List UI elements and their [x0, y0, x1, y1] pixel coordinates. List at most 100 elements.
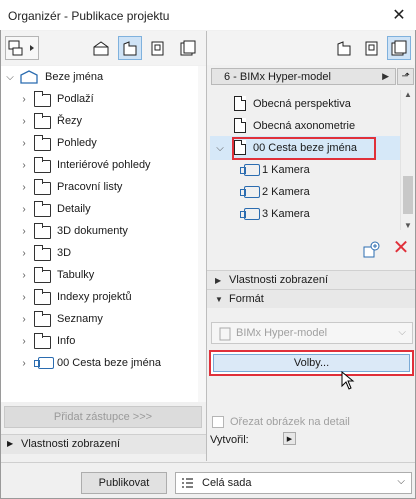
tree-item[interactable]: › Detaily — [1, 198, 206, 220]
folder-icon — [34, 135, 51, 151]
publisher-item[interactable]: Obecná perspektiva — [210, 93, 400, 115]
display-properties-section-header[interactable]: ▶ Vlastnosti zobrazení — [207, 270, 415, 289]
publisher-items-tree: Obecná perspektiva Obecná axonometrie ⌵ 00 … — [210, 90, 400, 230]
tree-item[interactable]: › Řezy — [1, 110, 206, 132]
project-map-icon[interactable] — [89, 36, 113, 60]
chevron-right-icon[interactable]: › — [19, 116, 29, 127]
tree-item[interactable]: › Info — [1, 330, 206, 352]
delete-icon[interactable]: ✕ — [392, 238, 410, 258]
publisher-set-select[interactable]: 6 - BIMx Hyper-model ▶ — [211, 68, 396, 85]
scroll-up-icon[interactable]: ▲ — [404, 90, 412, 99]
publisher-sets-icon[interactable] — [176, 36, 200, 60]
layout-book-icon[interactable] — [147, 36, 171, 60]
publisher-item-label: Obecná axonometrie — [253, 120, 356, 132]
left-display-properties-header[interactable]: ▶ Vlastnosti zobrazení — [1, 434, 206, 454]
tree-item-label: Seznamy — [57, 313, 103, 325]
chevron-right-icon[interactable]: › — [19, 182, 29, 193]
chevron-right-icon[interactable]: › — [19, 358, 29, 369]
display-properties-label: Vlastnosti zobrazení — [229, 274, 329, 286]
folder-icon — [34, 113, 51, 129]
folder-icon — [34, 333, 51, 349]
publish-button[interactable]: Publikovat — [81, 472, 167, 494]
tree-item[interactable]: › Podlaží — [1, 88, 206, 110]
view-map-icon[interactable] — [118, 36, 142, 60]
go-up-button[interactable]: ⬏ — [397, 68, 414, 85]
camera-icon — [240, 208, 260, 220]
camera-icon — [240, 164, 260, 176]
triangle-right-icon: ▶ — [215, 275, 222, 285]
tree-item[interactable]: › Pohledy — [1, 132, 206, 154]
tree-item-label: Info — [57, 335, 76, 347]
tree-item-label: Řezy — [57, 115, 83, 127]
folder-icon — [34, 267, 51, 283]
folder-icon — [34, 91, 51, 107]
scrollbar-thumb[interactable] — [403, 176, 413, 214]
folder-icon — [34, 311, 51, 327]
document-icon — [234, 96, 246, 111]
view-map-small-icon[interactable] — [332, 36, 356, 60]
format-select[interactable]: BIMx Hyper-model ⌵ — [211, 322, 413, 344]
publisher-item[interactable]: 2 Kamera — [210, 181, 400, 203]
format-label: Formát — [229, 293, 264, 305]
close-icon[interactable]: ✕ — [382, 0, 416, 30]
publisher-item[interactable]: Obecná axonometrie — [210, 115, 400, 137]
tree-item[interactable]: › Indexy projektů — [1, 286, 206, 308]
tree-item-label: Indexy projektů — [57, 291, 132, 303]
right-scrollbar[interactable]: ▲ ▼ — [400, 90, 414, 230]
tree-item[interactable]: › 3D — [1, 242, 206, 264]
tree-item-label: Detaily — [57, 203, 91, 215]
folder-icon — [34, 157, 51, 173]
layout-book-small-icon[interactable] — [361, 36, 385, 60]
chevron-right-icon[interactable]: › — [19, 336, 29, 347]
chevron-right-icon[interactable]: › — [19, 314, 29, 325]
new-subset-icon[interactable] — [362, 241, 380, 259]
tree-item[interactable]: › 3D dokumenty — [1, 220, 206, 242]
tree-item-label: Pohledy — [57, 137, 97, 149]
publisher-item[interactable]: 1 Kamera — [210, 159, 400, 181]
publisher-item[interactable]: 3 Kamera — [210, 203, 400, 225]
tree-item[interactable]: › Seznamy — [1, 308, 206, 330]
folder-icon — [34, 245, 51, 261]
tree-root-row[interactable]: ⌵ Beze jména — [1, 66, 206, 88]
view-mode-menu-button[interactable] — [5, 36, 39, 60]
chevron-down-icon[interactable]: ⌵ — [215, 143, 225, 154]
tree-item-label: 3D — [57, 247, 72, 259]
chevron-right-icon[interactable]: › — [19, 94, 29, 105]
crop-to-detail-label: Ořezat obrázek na detail — [230, 416, 350, 428]
publisher-sets-selected-icon[interactable] — [387, 36, 411, 60]
chevron-right-icon[interactable]: › — [19, 248, 29, 259]
tree-item[interactable]: › Pracovní listy — [1, 176, 206, 198]
chevron-right-icon[interactable]: › — [19, 204, 29, 215]
options-button[interactable]: Volby... — [213, 354, 410, 372]
triangle-right-icon: ▶ — [382, 71, 389, 81]
camera-path-icon — [34, 357, 54, 369]
folder-icon — [34, 289, 51, 305]
publisher-item-label: 3 Kamera — [262, 208, 310, 220]
window-title: Organizér - Publikace projektu — [8, 9, 170, 23]
crop-to-detail-checkbox[interactable] — [212, 416, 224, 428]
chevron-down-icon: ⌵ — [397, 476, 405, 487]
chevron-down-icon: ⌵ — [398, 327, 406, 338]
add-shortcut-button[interactable]: Přidat zástupce >>> — [4, 406, 202, 428]
chevron-right-icon[interactable]: › — [19, 292, 29, 303]
tree-item[interactable]: › Tabulky — [1, 264, 206, 286]
publish-scope-dropdown[interactable]: Celá sada ⌵ — [175, 472, 412, 494]
format-section-header[interactable]: ▼ Formát — [207, 289, 415, 308]
right-toolbar — [207, 31, 415, 65]
created-by-button[interactable]: ▶ — [283, 432, 296, 445]
chevron-right-icon[interactable]: › — [19, 226, 29, 237]
scroll-down-icon[interactable]: ▼ — [404, 221, 412, 230]
triangle-down-icon: ▼ — [215, 294, 223, 304]
tree-item[interactable]: › 00 Cesta beze jména — [1, 352, 206, 374]
chevron-right-icon[interactable]: › — [19, 160, 29, 171]
chevron-right-icon[interactable]: › — [19, 138, 29, 149]
tree-item[interactable]: › Interiérové pohledy — [1, 154, 206, 176]
chevron-right-icon[interactable]: › — [19, 270, 29, 281]
left-scrollbar[interactable] — [198, 66, 206, 402]
list-icon — [182, 478, 193, 488]
panel-divider[interactable] — [206, 31, 207, 461]
triangle-right-icon: ▶ — [7, 439, 14, 448]
tree-item-label: Podlaží — [57, 93, 94, 105]
chevron-down-icon[interactable]: ⌵ — [5, 72, 15, 83]
arrow-up-icon: ⬏ — [401, 71, 410, 82]
